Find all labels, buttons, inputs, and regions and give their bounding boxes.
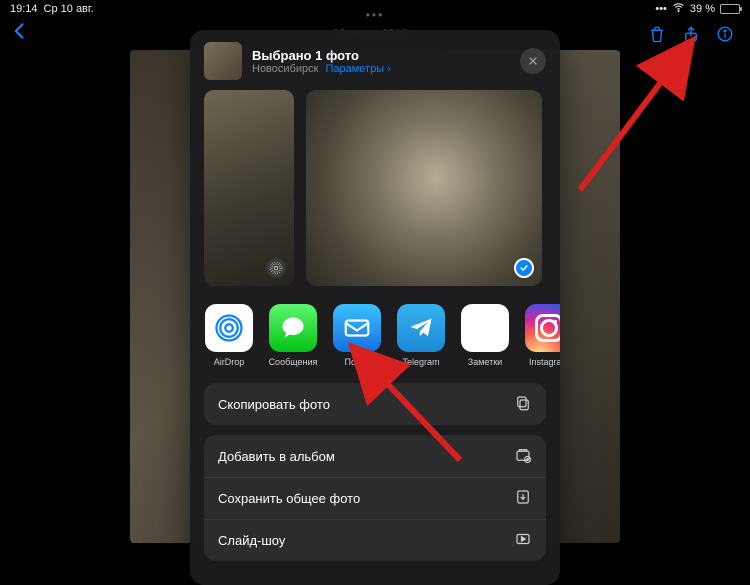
slideshow-icon [514,530,532,551]
app-label: Почта [332,357,382,367]
selected-count: Выбрано 1 фото [252,48,391,63]
action-label: Слайд-шоу [218,533,285,548]
album-add-icon [514,446,532,467]
photo-previews[interactable] [190,90,560,298]
download-icon [514,488,532,509]
preview-photo-2[interactable] [306,90,542,286]
app-label: Instagram [524,357,560,367]
header-thumbnail [204,42,242,80]
location-text: Новосибирск [252,63,318,75]
action-label: Сохранить общее фото [218,491,360,506]
signal-icon: ••• [655,3,667,15]
app-messages[interactable]: Сообщения [268,304,318,367]
options-link[interactable]: Параметры › [325,63,390,75]
action-label: Добавить в альбом [218,449,335,464]
share-apps-row[interactable]: AirDrop Сообщения Почта Telegram Заметки [190,298,560,373]
status-date: Ср 10 авг. [44,3,94,15]
app-label: Заметки [460,357,510,367]
share-button[interactable] [682,25,700,43]
battery-percent: 39 % [690,3,715,15]
app-label: Сообщения [268,357,318,367]
battery-icon [720,4,740,14]
trash-button[interactable] [648,25,666,43]
sheet-header: Выбрано 1 фото Новосибирск Параметры › [190,42,560,90]
action-copy-photo[interactable]: Скопировать фото [204,383,546,425]
back-button[interactable] [0,21,40,47]
action-label: Скопировать фото [218,397,330,412]
close-button[interactable] [520,48,546,74]
more-dots: ••• [366,8,385,22]
action-slideshow[interactable]: Слайд-шоу [204,519,546,561]
action-add-to-album[interactable]: Добавить в альбом [204,435,546,477]
app-notes[interactable]: Заметки [460,304,510,367]
app-label: Telegram [396,357,446,367]
selected-check-icon [514,258,534,278]
app-airdrop[interactable]: AirDrop [204,304,254,367]
info-button[interactable] [716,25,734,43]
app-instagram[interactable]: Instagram [524,304,560,367]
preview-photo-1[interactable] [204,90,294,286]
wifi-icon [672,1,685,17]
live-photo-icon [266,258,286,278]
copy-icon [514,394,532,415]
status-time: 19:14 [10,3,38,15]
app-mail[interactable]: Почта [332,304,382,367]
action-save-shared-photo[interactable]: Сохранить общее фото [204,477,546,519]
app-label: AirDrop [204,357,254,367]
app-telegram[interactable]: Telegram [396,304,446,367]
share-sheet: Выбрано 1 фото Новосибирск Параметры › [190,30,560,585]
